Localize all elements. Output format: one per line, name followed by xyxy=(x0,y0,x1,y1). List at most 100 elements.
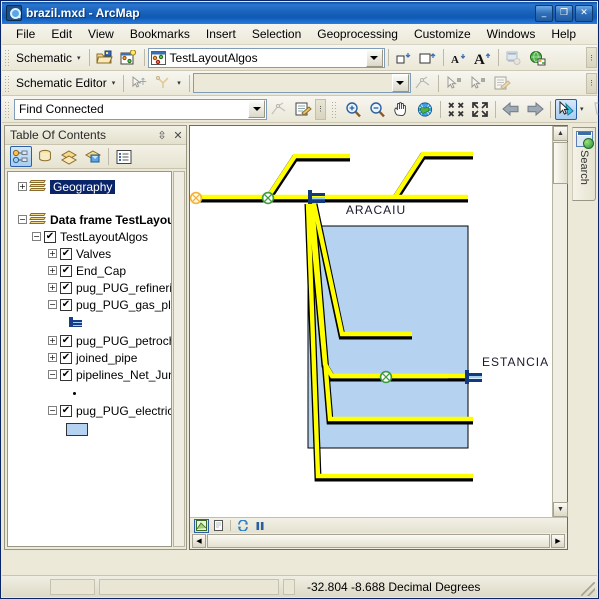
pan-hand-icon[interactable] xyxy=(390,99,412,120)
list-by-selection-icon[interactable] xyxy=(82,146,104,167)
new-diagram-icon[interactable] xyxy=(118,47,140,68)
list-by-drawing-order-icon[interactable] xyxy=(10,146,32,167)
select-connected-icon[interactable] xyxy=(467,73,489,94)
menu-help[interactable]: Help xyxy=(543,24,584,44)
schematic-globe-icon[interactable] xyxy=(527,47,549,68)
chevron-down-icon[interactable]: ▾ xyxy=(175,79,186,87)
enlarge-symbol-icon[interactable] xyxy=(417,47,439,68)
schematic-menu-label[interactable]: Schematic xyxy=(14,51,75,65)
select-by-graphics-icon[interactable] xyxy=(590,99,599,120)
toolbar-grip[interactable] xyxy=(331,100,338,118)
toc-vertical-scrollbar[interactable] xyxy=(173,171,185,547)
toc-node-pipelines-net-junctions[interactable]: − ✔ pipelines_Net_Junc xyxy=(12,366,171,383)
refresh-view-icon[interactable] xyxy=(235,519,250,533)
menu-edit[interactable]: Edit xyxy=(43,24,80,44)
layer-visibility-checkbox[interactable]: ✔ xyxy=(60,368,72,381)
chevron-down-icon[interactable] xyxy=(248,100,265,118)
toc-node-pug-petrochem[interactable]: + ✔ pug_PUG_petroche xyxy=(12,332,171,349)
go-forward-extent-icon[interactable] xyxy=(524,99,546,120)
reduce-branch-icon[interactable] xyxy=(152,73,174,94)
schematic-layer-icon[interactable] xyxy=(503,47,525,68)
expander-icon[interactable]: − xyxy=(32,232,41,241)
resize-grip[interactable] xyxy=(581,582,595,596)
menu-insert[interactable]: Insert xyxy=(198,24,244,44)
select-features-icon[interactable] xyxy=(555,98,577,120)
toolbar-grip[interactable] xyxy=(4,74,11,92)
zoom-out-icon[interactable] xyxy=(366,99,388,120)
expander-icon[interactable]: + xyxy=(48,266,57,275)
toc-node-data-frame-testlayout[interactable]: − Data frame TestLayout xyxy=(12,211,171,228)
select-schematic-features-icon[interactable] xyxy=(443,73,465,94)
schematic-link-icon[interactable] xyxy=(412,73,434,94)
fixed-zoom-out-icon[interactable] xyxy=(469,99,491,120)
scroll-up-arrow-icon[interactable]: ▲ xyxy=(553,126,568,141)
toc-node-joined-pipe[interactable]: + ✔ joined_pipe xyxy=(12,349,171,366)
options-icon[interactable] xyxy=(113,146,135,167)
toolbar-grip[interactable] xyxy=(4,49,11,66)
increase-font-icon[interactable]: A xyxy=(472,47,494,68)
list-by-source-icon[interactable] xyxy=(34,146,56,167)
toolbar-grip[interactable] xyxy=(4,100,11,118)
toolbar-overflow-button[interactable]: ⋮ xyxy=(586,47,597,68)
menu-selection[interactable]: Selection xyxy=(244,24,309,44)
expander-icon[interactable]: − xyxy=(48,406,57,415)
toc-node-pug-refineries[interactable]: + ✔ pug_PUG_refineries xyxy=(12,279,171,296)
layer-visibility-checkbox[interactable]: ✔ xyxy=(44,230,56,243)
expander-icon[interactable]: + xyxy=(48,353,57,362)
diagram-combo[interactable]: TestLayoutAlgos xyxy=(147,47,385,68)
chevron-down-icon[interactable] xyxy=(365,48,383,67)
close-button[interactable]: ✕ xyxy=(575,4,593,22)
fixed-zoom-in-icon[interactable] xyxy=(445,99,467,120)
layer-visibility-checkbox[interactable]: ✔ xyxy=(60,281,72,294)
reduce-symbol-icon[interactable] xyxy=(393,47,415,68)
schematic-attributes-icon[interactable] xyxy=(491,73,513,94)
chevron-down-icon[interactable] xyxy=(391,74,409,92)
chevron-down-icon[interactable]: ▾ xyxy=(75,54,86,62)
menu-customize[interactable]: Customize xyxy=(406,24,479,44)
move-nodes-icon[interactable] xyxy=(128,73,150,94)
layer-visibility-checkbox[interactable]: ✔ xyxy=(60,264,72,277)
toolbar-overflow-button[interactable]: ⋮ xyxy=(586,72,597,94)
go-back-extent-icon[interactable] xyxy=(500,99,522,120)
open-diagram-icon[interactable] xyxy=(94,47,116,68)
map-vertical-scrollbar[interactable]: ▲ ▼ xyxy=(552,126,568,517)
scroll-right-arrow-icon[interactable]: ▶ xyxy=(551,534,565,548)
close-icon[interactable]: ✕ xyxy=(170,129,186,142)
map-vscroll-thumb[interactable] xyxy=(553,142,568,184)
search-side-tab[interactable]: Search xyxy=(572,127,596,201)
toc-node-testlayoutalgos[interactable]: − ✔ TestLayoutAlgos xyxy=(12,228,171,245)
expander-icon[interactable]: − xyxy=(18,215,27,224)
chevron-down-icon[interactable]: ▾ xyxy=(578,105,589,113)
menu-bookmarks[interactable]: Bookmarks xyxy=(122,24,198,44)
layer-visibility-checkbox[interactable]: ✔ xyxy=(60,404,72,417)
schematic-editor-menu-label[interactable]: Schematic Editor xyxy=(14,76,110,90)
full-extent-globe-icon[interactable] xyxy=(414,99,436,120)
layer-visibility-checkbox[interactable]: ✔ xyxy=(60,351,72,364)
scroll-down-arrow-icon[interactable]: ▼ xyxy=(553,502,568,517)
layer-visibility-checkbox[interactable]: ✔ xyxy=(60,298,72,311)
map-horizontal-scrollbar[interactable]: ◀ ▶ xyxy=(190,533,567,549)
trace-results-icon[interactable] xyxy=(292,99,314,120)
list-by-visibility-icon[interactable] xyxy=(58,146,80,167)
zoom-in-icon[interactable] xyxy=(342,99,364,120)
toc-node-pug-gas-plant[interactable]: − ✔ pug_PUG_gas_plan xyxy=(12,296,171,313)
expander-icon[interactable]: + xyxy=(18,182,27,191)
menu-view[interactable]: View xyxy=(80,24,122,44)
expander-icon[interactable]: + xyxy=(48,336,57,345)
scroll-left-arrow-icon[interactable]: ◀ xyxy=(192,534,206,548)
layer-visibility-checkbox[interactable]: ✔ xyxy=(60,247,72,260)
map-hscroll-thumb[interactable] xyxy=(207,534,550,548)
chevron-down-icon[interactable]: ▾ xyxy=(110,79,121,87)
pin-icon[interactable]: ⇳ xyxy=(154,129,170,142)
find-connected-combo[interactable]: Find Connected xyxy=(14,98,267,120)
expander-icon[interactable]: + xyxy=(48,249,57,258)
menu-file[interactable]: File xyxy=(8,24,43,44)
expander-icon[interactable]: + xyxy=(48,283,57,292)
editor-task-combo[interactable] xyxy=(192,73,411,93)
menu-geoprocessing[interactable]: Geoprocessing xyxy=(309,24,406,44)
toc-layer-tree[interactable]: + Geography − Data frame TestLayout − ✔ … xyxy=(7,171,172,547)
toc-node-pug-electric[interactable]: − ✔ pug_PUG_electric xyxy=(12,402,171,419)
toc-node-end-cap[interactable]: + ✔ End_Cap xyxy=(12,262,171,279)
layout-view-icon[interactable] xyxy=(211,519,226,533)
solve-trace-icon[interactable] xyxy=(268,99,290,120)
